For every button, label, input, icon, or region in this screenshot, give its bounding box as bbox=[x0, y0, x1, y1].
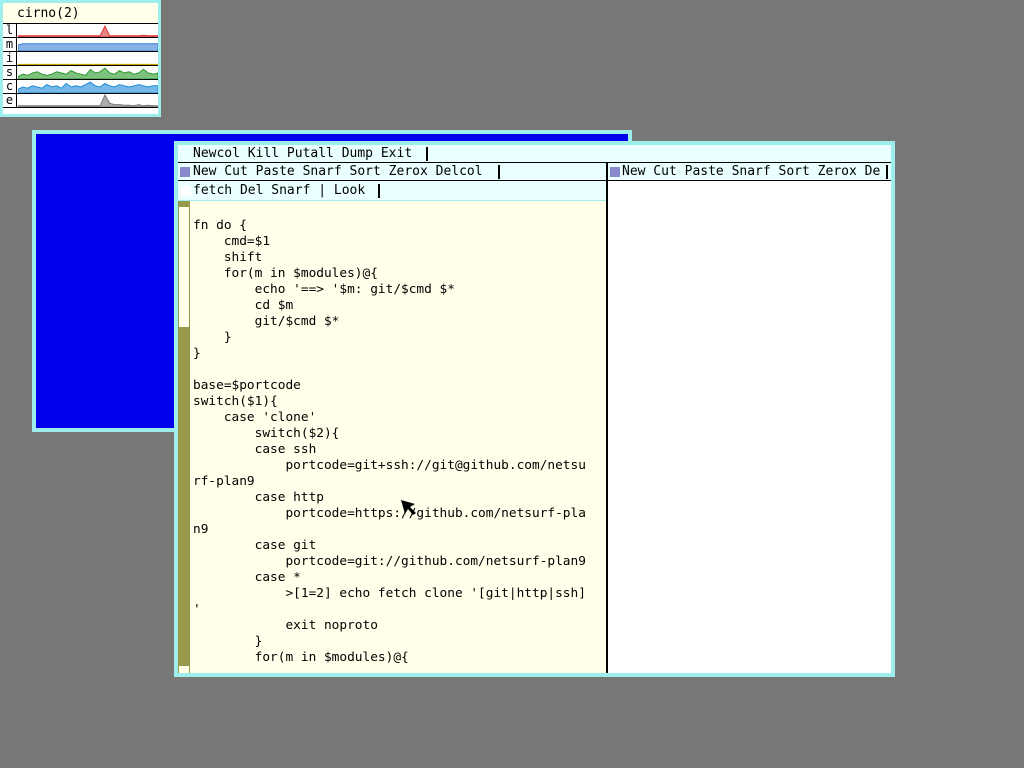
column-1-tag-text[interactable]: New Cut Paste Snarf Sort Zerox Delcol bbox=[193, 163, 483, 181]
stats-row-label: m bbox=[3, 38, 17, 51]
column-1-handle[interactable] bbox=[180, 167, 190, 177]
stats-row-l: l bbox=[3, 24, 158, 38]
stats-row-m: m bbox=[3, 38, 158, 52]
stats-row-label: c bbox=[3, 80, 17, 93]
stats-graph bbox=[18, 25, 158, 37]
acme-window[interactable]: Newcol Kill Putall Dump Exit New Cut Pas… bbox=[174, 141, 895, 677]
stats-row-e: e bbox=[3, 94, 158, 108]
column-1-tag[interactable]: New Cut Paste Snarf Sort Zerox Delcol bbox=[178, 163, 606, 181]
column-1-tag-cursor bbox=[498, 165, 500, 179]
scrollbar[interactable] bbox=[178, 201, 190, 673]
stats-graph bbox=[18, 67, 158, 79]
stats-row-label: s bbox=[3, 66, 17, 79]
scrollbar-thumb[interactable] bbox=[179, 207, 189, 327]
stats-graph bbox=[18, 43, 158, 51]
row-tag[interactable]: Newcol Kill Putall Dump Exit bbox=[178, 145, 891, 163]
stats-graph bbox=[18, 63, 158, 65]
window-tag[interactable]: fetch Del Snarf | Look bbox=[178, 181, 606, 201]
stats-row-s: s bbox=[3, 66, 158, 80]
stats-row-c: c bbox=[3, 80, 158, 94]
stats-row-label: l bbox=[3, 24, 17, 37]
column-2-tag[interactable]: New Cut Paste Snarf Sort Zerox De bbox=[608, 163, 891, 181]
window-tag-cursor bbox=[378, 184, 380, 198]
mouse-pointer-icon bbox=[401, 500, 416, 515]
row-tag-cursor bbox=[426, 147, 428, 161]
column-2-tag-cursor bbox=[886, 165, 888, 179]
stats-row-label: e bbox=[3, 94, 17, 107]
column-2-tag-text[interactable]: New Cut Paste Snarf Sort Zerox De bbox=[622, 163, 880, 181]
stats-graph bbox=[18, 94, 158, 107]
stats-graph bbox=[18, 81, 158, 93]
row-tag-text[interactable]: Newcol Kill Putall Dump Exit bbox=[193, 145, 412, 163]
stats-title: cirno(2) bbox=[3, 3, 158, 24]
column-2-handle[interactable] bbox=[610, 167, 620, 177]
stats-row-i: i bbox=[3, 52, 158, 66]
stats-window[interactable]: cirno(2) lmisce bbox=[0, 0, 161, 117]
stats-row-label: i bbox=[3, 52, 17, 65]
code-text[interactable]: fn do { cmd=$1 shift for(m in $modules)@… bbox=[193, 218, 586, 666]
scrollbar-thumb-end bbox=[179, 666, 189, 673]
window-body[interactable]: fn do { cmd=$1 shift for(m in $modules)@… bbox=[178, 201, 606, 673]
window-tag-text[interactable]: fetch Del Snarf | Look bbox=[193, 182, 365, 200]
window-handle[interactable] bbox=[180, 185, 192, 197]
column-2-body[interactable] bbox=[608, 182, 891, 673]
